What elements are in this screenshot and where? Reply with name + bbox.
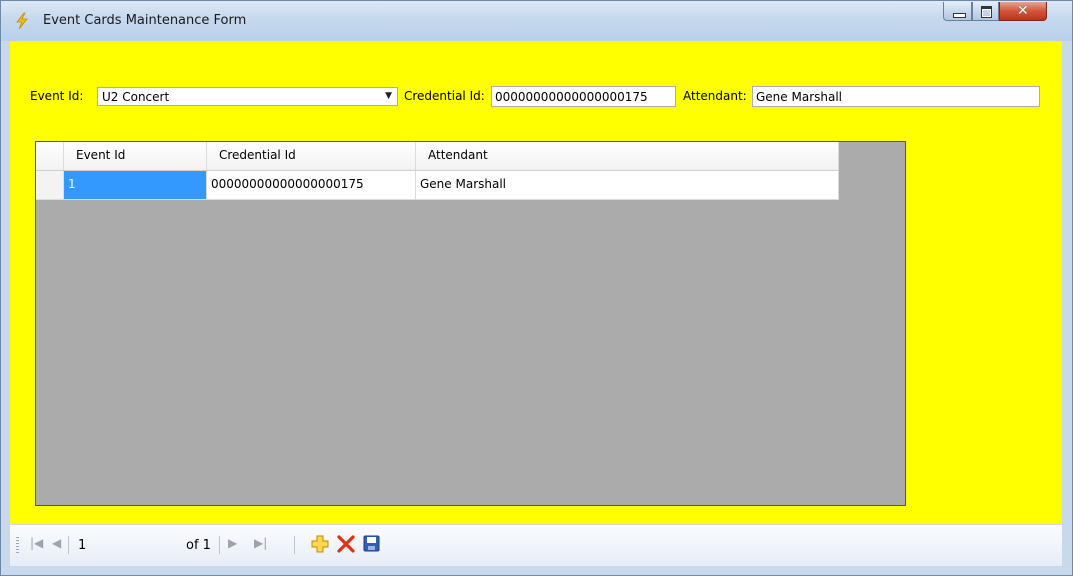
- move-last-button[interactable]: ▶|: [254, 536, 267, 550]
- toolbar-grip[interactable]: [16, 537, 19, 554]
- form-client-area: Event Id: U2 Concert ▼ Credential Id: 00…: [10, 41, 1062, 565]
- credential-id-label: Credential Id:: [404, 89, 485, 103]
- event-id-label: Event Id:: [30, 89, 84, 103]
- maximize-button[interactable]: [972, 2, 999, 21]
- credential-id-value: 00000000000000000175: [495, 90, 648, 104]
- position-input[interactable]: 1: [74, 535, 174, 555]
- table-row[interactable]: 1 00000000000000000175 Gene Marshall: [36, 171, 839, 200]
- minimize-icon: [953, 13, 966, 18]
- grid-corner-header[interactable]: [36, 142, 64, 170]
- move-next-icon: ▶: [228, 536, 238, 550]
- row-header[interactable]: [36, 171, 64, 200]
- cell-attendant[interactable]: Gene Marshall: [416, 171, 839, 200]
- close-icon: ✕: [1017, 3, 1029, 19]
- move-first-button[interactable]: |◀: [30, 536, 43, 550]
- add-new-icon[interactable]: [310, 534, 330, 554]
- title-bar[interactable]: Event Cards Maintenance Form ✕: [1, 1, 1072, 41]
- save-icon[interactable]: [363, 535, 380, 552]
- toolbar-separator: [294, 536, 295, 554]
- toolbar-separator: [219, 536, 220, 554]
- attendant-value: Gene Marshall: [756, 90, 843, 104]
- cell-credential-id[interactable]: 00000000000000000175: [207, 171, 416, 200]
- move-next-button[interactable]: ▶: [228, 536, 237, 550]
- toolbar-separator: [68, 536, 69, 554]
- window-title: Event Cards Maintenance Form: [43, 13, 247, 28]
- move-last-icon: ▶|: [254, 536, 268, 550]
- move-previous-button[interactable]: ◀: [52, 536, 61, 550]
- column-header-event-id[interactable]: Event Id: [64, 142, 207, 170]
- count-label: of 1: [186, 538, 211, 553]
- cell-event-id[interactable]: 1: [64, 171, 207, 200]
- minimize-button[interactable]: [943, 2, 972, 21]
- event-id-value: U2 Concert: [102, 90, 170, 104]
- delete-icon[interactable]: [336, 534, 356, 554]
- attendant-label: Attendant:: [683, 89, 747, 103]
- maximize-icon: [981, 6, 992, 18]
- lightning-icon: [16, 12, 28, 30]
- credential-id-field[interactable]: 00000000000000000175: [491, 86, 676, 107]
- binding-navigator: |◀ ◀ 1 of 1 ▶ ▶|: [10, 524, 1062, 566]
- data-grid[interactable]: Event Id Credential Id Attendant 1 00000…: [35, 141, 906, 506]
- event-id-combobox[interactable]: U2 Concert ▼: [97, 87, 398, 106]
- move-first-icon: |◀: [30, 536, 44, 550]
- column-header-credential-id[interactable]: Credential Id: [207, 142, 416, 170]
- column-header-attendant[interactable]: Attendant: [416, 142, 839, 170]
- close-button[interactable]: ✕: [999, 2, 1047, 21]
- chevron-down-icon[interactable]: ▼: [385, 91, 392, 101]
- grid-header-row: Event Id Credential Id Attendant: [36, 142, 839, 171]
- attendant-field[interactable]: Gene Marshall: [752, 86, 1040, 107]
- move-previous-icon: ◀: [52, 536, 62, 550]
